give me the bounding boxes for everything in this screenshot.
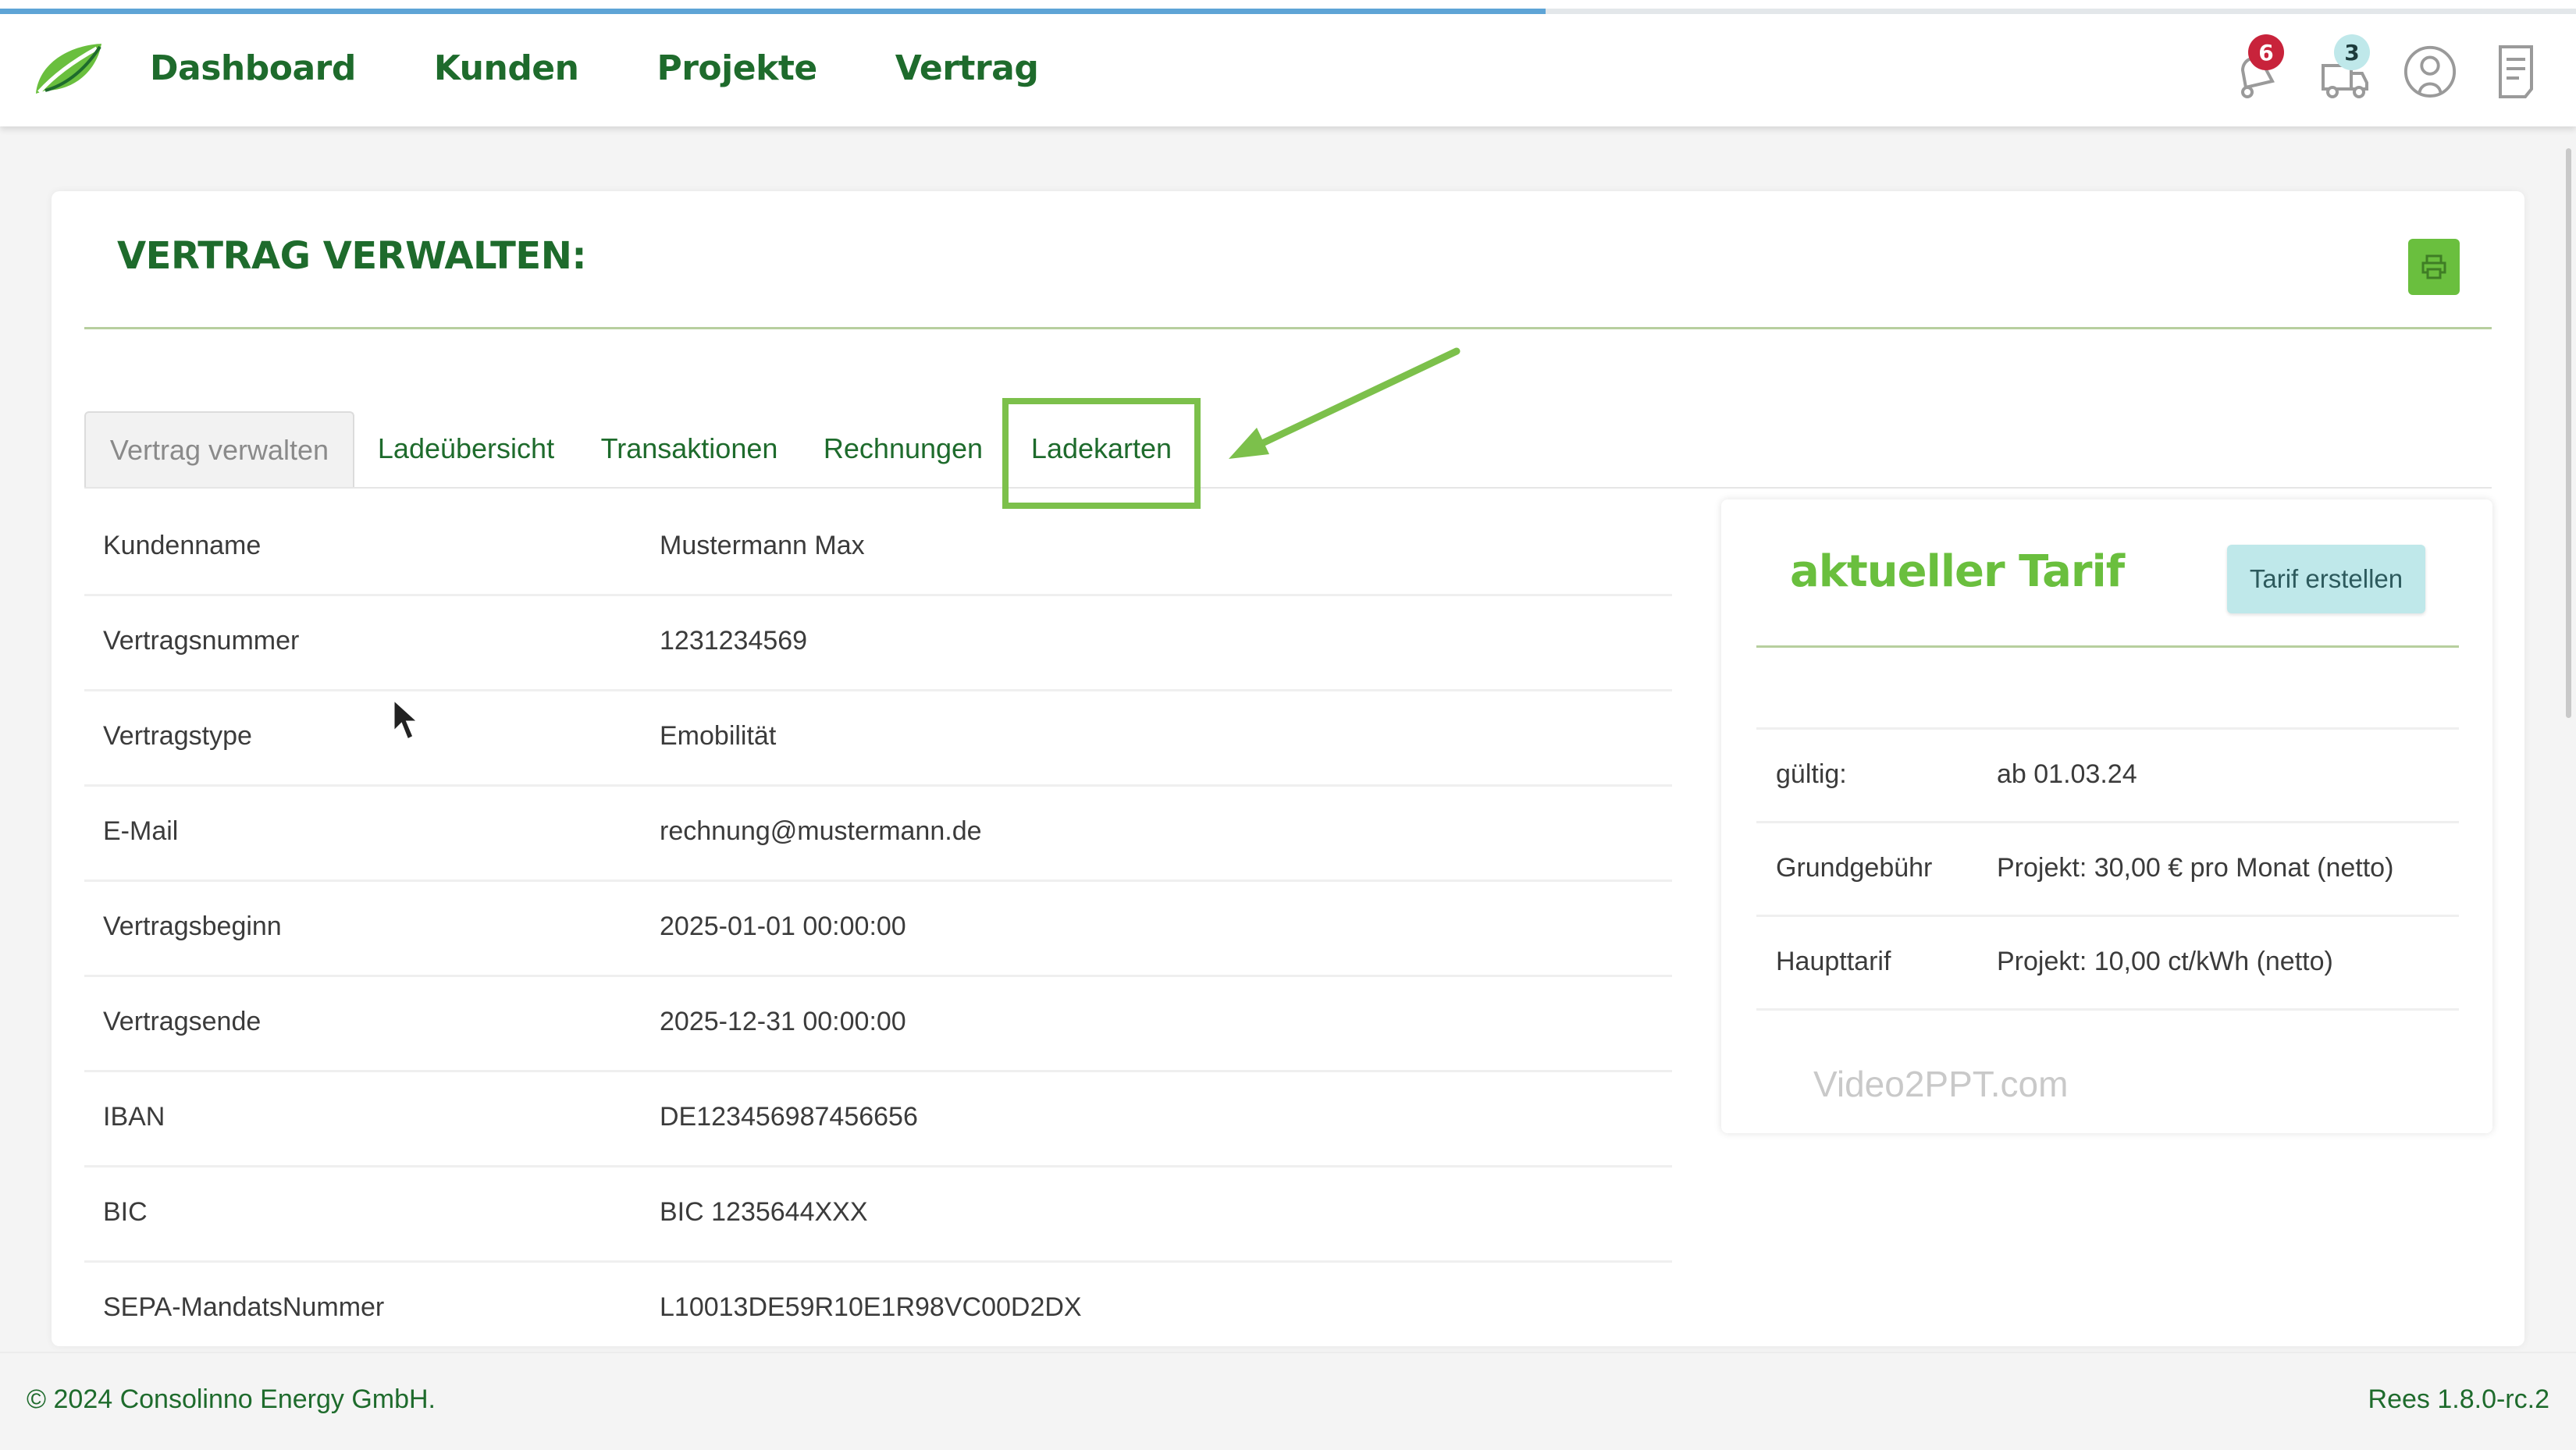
- print-icon: [2421, 254, 2446, 279]
- row-value: Emobilität: [660, 721, 777, 751]
- tab-highlight-frame: [1002, 398, 1201, 509]
- nav-vertrag[interactable]: Vertrag: [895, 45, 1039, 92]
- annotation-arrow-icon: [1229, 347, 1461, 459]
- table-row: E-Mail rechnung@mustermann.de: [84, 787, 1672, 882]
- table-row: Vertragsende 2025-12-31 00:00:00: [84, 977, 1672, 1072]
- row-label: SEPA-MandatsNummer: [103, 1292, 385, 1322]
- tariff-title: aktueller Tarif: [1790, 546, 2125, 597]
- tab-transaktionen[interactable]: Transaktionen: [578, 411, 801, 486]
- tariff-row: Haupttarif Projekt: 10,00 ct/kWh (netto): [1756, 915, 2459, 1011]
- leaf-logo-icon[interactable]: [31, 39, 105, 100]
- table-row: Vertragsnummer 1231234569: [84, 596, 1672, 691]
- row-value: BIC 1235644XXX: [660, 1197, 868, 1227]
- table-row: Kundenname Mustermann Max: [84, 501, 1672, 596]
- page-scrollbar[interactable]: [2566, 148, 2571, 718]
- create-tariff-button[interactable]: Tarif erstellen: [2227, 545, 2425, 613]
- delivery-truck-icon[interactable]: 3: [2317, 31, 2371, 101]
- row-value: 1231234569: [660, 626, 808, 656]
- row-label: Vertragstype: [103, 721, 252, 751]
- row-label: Vertragsende: [103, 1007, 262, 1036]
- tariff-row-value: Projekt: 30,00 € pro Monat (netto): [1997, 853, 2394, 883]
- table-row: IBAN DE123456987456656: [84, 1072, 1672, 1167]
- print-button[interactable]: [2408, 239, 2460, 295]
- nav-kunden[interactable]: Kunden: [434, 45, 579, 92]
- table-row: Vertragsbeginn 2025-01-01 00:00:00: [84, 882, 1672, 977]
- tab-ladeuebersicht[interactable]: Ladeübersicht: [354, 411, 578, 486]
- title-divider: [84, 327, 2492, 329]
- tariff-divider: [1756, 645, 2459, 648]
- watermark-text: Video2PPT.com: [1813, 1064, 2069, 1104]
- tab-vertrag-verwalten[interactable]: Vertrag verwalten: [84, 411, 354, 488]
- row-value: Mustermann Max: [660, 531, 865, 560]
- header-icon-group: 6 3: [2231, 31, 2543, 101]
- document-icon[interactable]: [2489, 31, 2543, 101]
- top-navigation-bar: Dashboard Kunden Projekte Vertrag 6 3: [0, 0, 2576, 126]
- tab-rechnungen[interactable]: Rechnungen: [801, 411, 1005, 486]
- table-row: BIC BIC 1235644XXX: [84, 1167, 1672, 1263]
- table-row: SEPA-MandatsNummer L10013DE59R10E1R98VC0…: [84, 1263, 1672, 1358]
- row-value: L10013DE59R10E1R98VC00D2DX: [660, 1292, 1082, 1322]
- row-value: rechnung@mustermann.de: [660, 816, 982, 846]
- footer-copyright: © 2024 Consolinno Energy GmbH.: [27, 1384, 436, 1414]
- main-navigation: Dashboard Kunden Projekte Vertrag: [150, 45, 1116, 92]
- nav-dashboard[interactable]: Dashboard: [150, 45, 356, 92]
- footer-version: Rees 1.8.0-rc.2: [2368, 1384, 2549, 1414]
- row-label: Vertragsbeginn: [103, 912, 282, 941]
- row-value: 2025-01-01 00:00:00: [660, 912, 906, 941]
- tabs-baseline: [84, 487, 2492, 489]
- notification-count-badge: 6: [2248, 34, 2284, 70]
- tariff-row-label: Haupttarif: [1776, 947, 1891, 976]
- row-label: E-Mail: [103, 816, 179, 846]
- row-value: DE123456987456656: [660, 1102, 918, 1132]
- row-label: IBAN: [103, 1102, 165, 1132]
- loading-progress-track: [0, 9, 2576, 14]
- contract-details-table: Kundenname Mustermann Max Vertragsnummer…: [84, 501, 1672, 1358]
- loading-progress-fill: [0, 9, 1546, 14]
- delivery-count-badge: 3: [2334, 34, 2370, 70]
- row-label: BIC: [103, 1197, 148, 1227]
- row-value: 2025-12-31 00:00:00: [660, 1007, 906, 1036]
- tariff-row-value: Projekt: 10,00 ct/kWh (netto): [1997, 947, 2333, 976]
- tariff-row: Grundgebühr Projekt: 30,00 € pro Monat (…: [1756, 821, 2459, 915]
- mouse-cursor-icon: [392, 698, 422, 742]
- page-title: VERTRAG VERWALTEN:: [117, 234, 587, 278]
- nav-projekte[interactable]: Projekte: [656, 45, 817, 92]
- notification-bell-icon[interactable]: 6: [2231, 31, 2286, 101]
- tariff-row-label: Grundgebühr: [1776, 853, 1933, 883]
- row-label: Kundenname: [103, 531, 262, 560]
- user-profile-icon[interactable]: [2403, 31, 2457, 101]
- tariff-row-value: ab 01.03.24: [1997, 759, 2137, 789]
- tariff-row: gültig: ab 01.03.24: [1756, 727, 2459, 821]
- table-row: Vertragstype Emobilität: [84, 691, 1672, 787]
- row-label: Vertragsnummer: [103, 626, 300, 656]
- tariff-row-label: gültig:: [1776, 759, 1847, 789]
